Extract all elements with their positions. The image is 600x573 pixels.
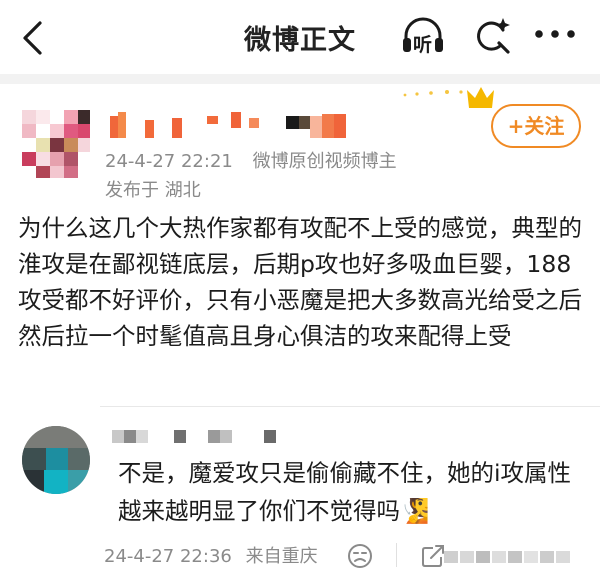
section-separator	[0, 74, 600, 84]
react-emoji-icon[interactable]	[347, 543, 373, 569]
follow-button[interactable]: +关注	[491, 104, 581, 148]
comment-body: 不是，魔爱攻只是偷偷藏不住，她的i攻属性越来越明显了你们不觉得吗🧏	[118, 454, 588, 530]
share-icon[interactable]	[420, 543, 446, 569]
faded-fragment	[444, 548, 594, 566]
comment-meta-line: 24-4-27 22:36 来自重庆	[104, 542, 318, 568]
comment-time: 24-4-27 22:36	[104, 546, 232, 567]
comment-divider	[100, 406, 600, 407]
post-body: 为什么这几个大热作家都有攻配不上受的感觉，典型的淮攻是在鄙视链底层，后期p攻也好…	[18, 214, 582, 350]
post-source: 微博原创视频博主	[252, 151, 397, 172]
comment-emoji: 🧏	[400, 497, 430, 525]
post-time: 24-4-27 22:21	[105, 151, 233, 172]
post-location: 发布于 湖北	[105, 180, 201, 201]
top-navbar: 微博正文 听	[0, 0, 600, 74]
commenter-avatar[interactable]	[22, 426, 90, 494]
poster-avatar[interactable]	[22, 110, 90, 178]
comment-text: 不是，魔爱攻只是偷偷藏不住，她的i攻属性越来越明显了你们不觉得吗	[118, 459, 572, 525]
listen-label: 听	[413, 34, 433, 56]
more-dots-icon[interactable]	[534, 27, 576, 41]
post-meta-line: 24-4-27 22:21 微博原创视频博主	[105, 147, 397, 173]
listen-button[interactable]: 听	[400, 16, 446, 56]
poster-username[interactable]	[110, 112, 355, 140]
search-sparkle-icon[interactable]	[472, 16, 512, 56]
comment-location: 来自重庆	[245, 546, 318, 567]
commenter-username[interactable]	[112, 428, 282, 444]
crown-decoration	[395, 84, 495, 114]
crown-icon	[403, 87, 494, 108]
action-divider	[396, 543, 397, 567]
